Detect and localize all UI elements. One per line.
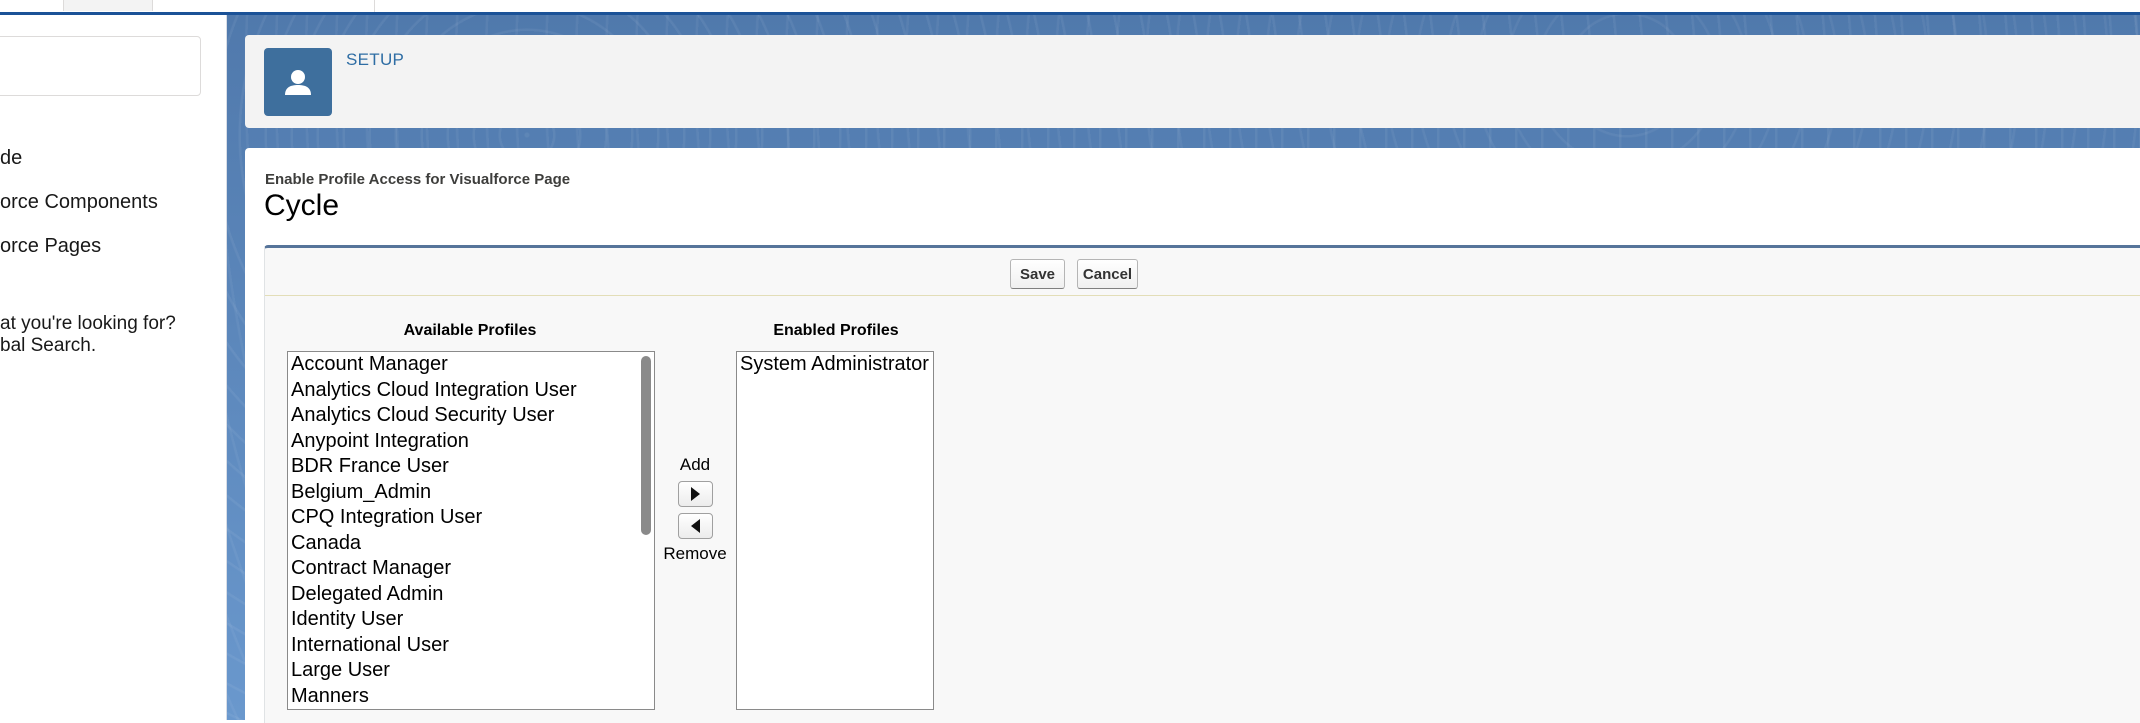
available-profiles-list[interactable]: Account Manager Analytics Cloud Integrati… <box>287 351 655 710</box>
add-label: Add <box>679 455 711 474</box>
top-tab-strip <box>0 0 2140 15</box>
sidebar-item-visualforce-components[interactable]: orce Components <box>0 191 158 214</box>
sidebar-help-line-2[interactable]: bal Search. <box>0 335 96 357</box>
available-profile-option[interactable]: CPQ Integration User <box>288 505 654 531</box>
available-profile-option[interactable]: BDR France User <box>288 454 654 480</box>
remove-button[interactable] <box>678 513 713 539</box>
available-profile-option[interactable]: Identity User <box>288 607 654 633</box>
setup-icon-tile <box>264 48 332 116</box>
profile-access-block: Save Cancel Available Profiles Enabled P… <box>264 245 2140 723</box>
available-profile-option[interactable]: Anypoint Integration <box>288 429 654 455</box>
enabled-profiles-list[interactable]: System Administrator <box>736 351 934 710</box>
enabled-profile-option[interactable]: System Administrator <box>737 352 933 378</box>
add-button[interactable] <box>678 481 713 507</box>
arrow-left-icon <box>691 519 700 533</box>
quick-find-input[interactable] <box>0 36 201 96</box>
available-profile-option[interactable]: Large User <box>288 658 654 684</box>
setup-header: SETUP <box>245 35 2140 128</box>
remove-label: Remove <box>663 544 727 563</box>
available-profile-option[interactable]: Analytics Cloud Integration User <box>288 378 654 404</box>
sidebar-help-line-1: at you're looking for? <box>0 313 176 334</box>
available-profiles-header: Available Profiles <box>403 322 537 339</box>
available-profile-option[interactable]: Contract Manager <box>288 556 654 582</box>
available-profile-option[interactable]: Account Manager <box>288 352 654 378</box>
user-icon <box>285 70 311 95</box>
content-card: Enable Profile Access for Visualforce Pa… <box>245 148 2140 723</box>
available-profile-option[interactable]: Canada <box>288 531 654 557</box>
available-profile-option[interactable]: International User <box>288 633 654 659</box>
setup-label[interactable]: SETUP <box>346 50 404 70</box>
page-title: Cycle <box>264 189 340 222</box>
sidebar-item-visualforce-pages[interactable]: orce Pages <box>0 235 101 258</box>
available-profile-option[interactable]: Manners <box>288 684 654 710</box>
available-profile-option[interactable]: Analytics Cloud Security User <box>288 403 654 429</box>
browser-tab[interactable] <box>63 0 153 11</box>
save-button[interactable]: Save <box>1010 259 1065 289</box>
enabled-profiles-header: Enabled Profiles <box>773 322 899 339</box>
available-profile-option[interactable]: Delegated Admin <box>288 582 654 608</box>
button-bar: Save Cancel <box>265 248 2140 296</box>
page-type-label: Enable Profile Access for Visualforce Pa… <box>265 171 571 188</box>
setup-sidebar: de orce Components orce Pages at you're … <box>0 15 227 720</box>
arrow-right-icon <box>691 487 700 501</box>
available-profile-option[interactable]: Belgium_Admin <box>288 480 654 506</box>
cancel-button[interactable]: Cancel <box>1077 259 1138 289</box>
available-list-scroll-thumb[interactable] <box>641 356 651 535</box>
tab-divider <box>374 0 375 12</box>
sidebar-item-code[interactable]: de <box>0 147 22 170</box>
